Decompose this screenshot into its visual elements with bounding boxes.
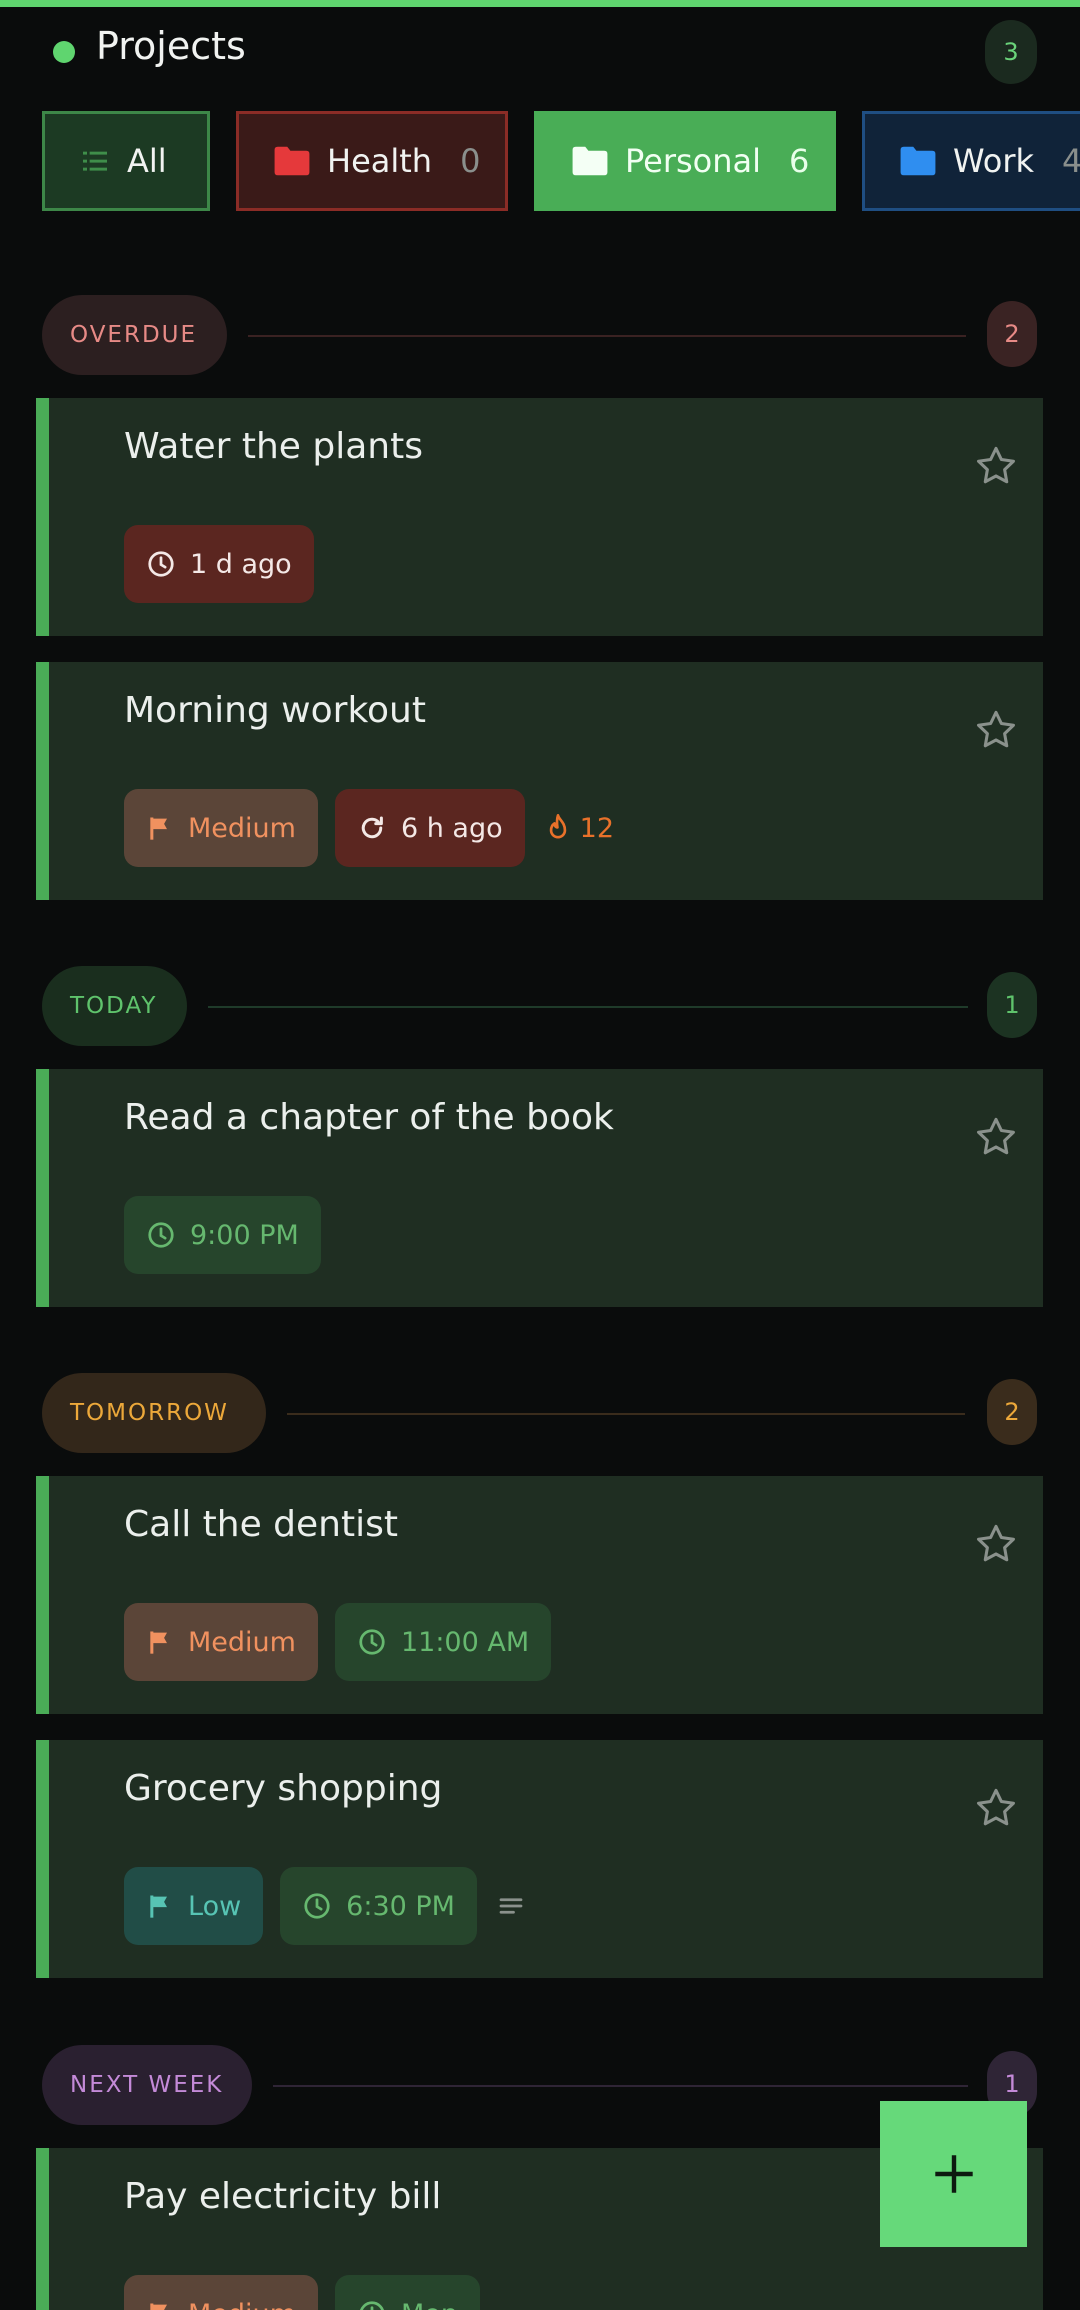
- priority-tag-text: Medium: [188, 1626, 296, 1658]
- repeat-tag-text: 6 h ago: [400, 812, 503, 844]
- star-icon[interactable]: [973, 707, 1019, 753]
- section-divider: [208, 1006, 968, 1008]
- due-tag: 1 d ago: [124, 525, 314, 603]
- star-icon[interactable]: [973, 1785, 1019, 1831]
- clock-icon: [148, 1222, 174, 1248]
- section-tomorrow: TOMORROW 2: [0, 1373, 1080, 1453]
- star-icon[interactable]: [973, 1521, 1019, 1567]
- star-icon[interactable]: [973, 443, 1019, 489]
- priority-tag: Medium: [124, 789, 318, 867]
- time-tag-text: Mon: [401, 2299, 458, 2310]
- task-card-water-plants[interactable]: Water the plants 1 d ago: [36, 398, 1043, 636]
- projects-count-badge: 3: [985, 20, 1037, 84]
- time-tag: 11:00 AM: [334, 1603, 552, 1681]
- section-today: TODAY 1: [0, 966, 1080, 1046]
- time-tag: 6:30 PM: [280, 1867, 477, 1945]
- top-accent-bar: [0, 0, 1080, 7]
- time-tag-text: 9:00 PM: [190, 1219, 299, 1251]
- filter-chip-personal[interactable]: Personal 6: [534, 111, 836, 211]
- streak-counter: 12: [544, 813, 614, 844]
- task-tags: Medium 11:00 AM: [124, 1603, 552, 1681]
- filter-chip-label: Health: [327, 142, 433, 180]
- task-title: Read a chapter of the book: [124, 1097, 614, 1138]
- section-count-badge: 2: [987, 301, 1037, 367]
- clock-icon: [359, 2301, 384, 2310]
- time-tag: 9:00 PM: [124, 1196, 321, 1274]
- fire-icon: [549, 813, 566, 839]
- flag-icon: [150, 2303, 167, 2310]
- flag-icon: [150, 1895, 167, 1918]
- clock-icon: [359, 1629, 385, 1655]
- notes-icon: [499, 1898, 523, 1914]
- folder-icon: [274, 146, 310, 176]
- task-title: Grocery shopping: [124, 1768, 443, 1809]
- status-dot: [53, 41, 75, 63]
- time-tag-text: 11:00 AM: [400, 1626, 530, 1658]
- section-divider: [248, 335, 966, 337]
- folder-icon: [900, 146, 936, 176]
- filter-chip-count: 4: [1062, 142, 1080, 180]
- filter-chip-label: Work: [953, 142, 1035, 180]
- priority-tag: Medium: [124, 1603, 318, 1681]
- task-tags: Medium Mon: [124, 2275, 480, 2310]
- filter-chip-label: All: [127, 142, 167, 180]
- filter-chip-health[interactable]: Health 0: [236, 111, 508, 211]
- header: Projects 3: [0, 7, 1080, 97]
- section-label: TODAY: [42, 966, 187, 1046]
- add-task-button[interactable]: [880, 2101, 1027, 2247]
- filter-chip-all[interactable]: All: [42, 111, 210, 211]
- time-tag: Mon: [334, 2275, 480, 2310]
- priority-tag-text: Medium: [188, 2299, 296, 2310]
- task-card-read-chapter[interactable]: Read a chapter of the book 9:00 PM: [36, 1069, 1043, 1307]
- priority-tag-text: Medium: [188, 812, 296, 844]
- page-title: Projects: [96, 24, 246, 68]
- task-card-call-dentist[interactable]: Call the dentist Medium 11:00 AM: [36, 1476, 1043, 1714]
- section-divider: [287, 1413, 965, 1415]
- task-title: Call the dentist: [124, 1504, 398, 1545]
- task-tags: 9:00 PM: [124, 1196, 321, 1274]
- filter-chip-work[interactable]: Work 4: [862, 111, 1080, 211]
- priority-tag: Low: [124, 1867, 264, 1945]
- time-tag-text: 6:30 PM: [346, 1890, 455, 1922]
- section-overdue: OVERDUE 2: [0, 295, 1080, 375]
- section-label: OVERDUE: [42, 295, 227, 375]
- task-card-morning-workout[interactable]: Morning workout Medium 6 h ago 12: [36, 662, 1043, 900]
- task-card-grocery-shopping[interactable]: Grocery shopping Low 6:30 PM: [36, 1740, 1043, 1978]
- section-label: NEXT WEEK: [42, 2045, 252, 2125]
- flag-icon: [150, 817, 167, 840]
- task-title: Pay electricity bill: [124, 2176, 442, 2217]
- task-tags: Low 6:30 PM: [124, 1867, 526, 1945]
- filter-chip-count: 0: [460, 142, 481, 180]
- task-title: Morning workout: [124, 690, 426, 731]
- priority-tag-text: Low: [188, 1890, 242, 1922]
- section-count-badge: 2: [987, 1379, 1037, 1445]
- priority-tag: Medium: [124, 2275, 318, 2310]
- folder-icon: [572, 146, 608, 176]
- section-divider: [273, 2085, 968, 2087]
- clock-icon: [304, 1893, 330, 1919]
- repeat-tag: 6 h ago: [334, 789, 525, 867]
- section-count-badge: 1: [987, 972, 1037, 1038]
- filter-chip-count: 6: [789, 142, 810, 180]
- due-tag-text: 1 d ago: [190, 548, 292, 580]
- clock-icon: [148, 551, 174, 577]
- flag-icon: [150, 1631, 167, 1654]
- plus-icon: [934, 2155, 973, 2193]
- list-icon: [83, 151, 107, 171]
- task-tags: 1 d ago: [124, 525, 314, 603]
- task-title: Water the plants: [124, 426, 423, 467]
- star-icon[interactable]: [973, 1114, 1019, 1160]
- streak-count: 12: [579, 812, 614, 844]
- section-label: TOMORROW: [42, 1373, 266, 1453]
- filter-chip-label: Personal: [625, 142, 762, 180]
- task-tags: Medium 6 h ago 12: [124, 789, 614, 867]
- repeat-icon: [361, 816, 383, 839]
